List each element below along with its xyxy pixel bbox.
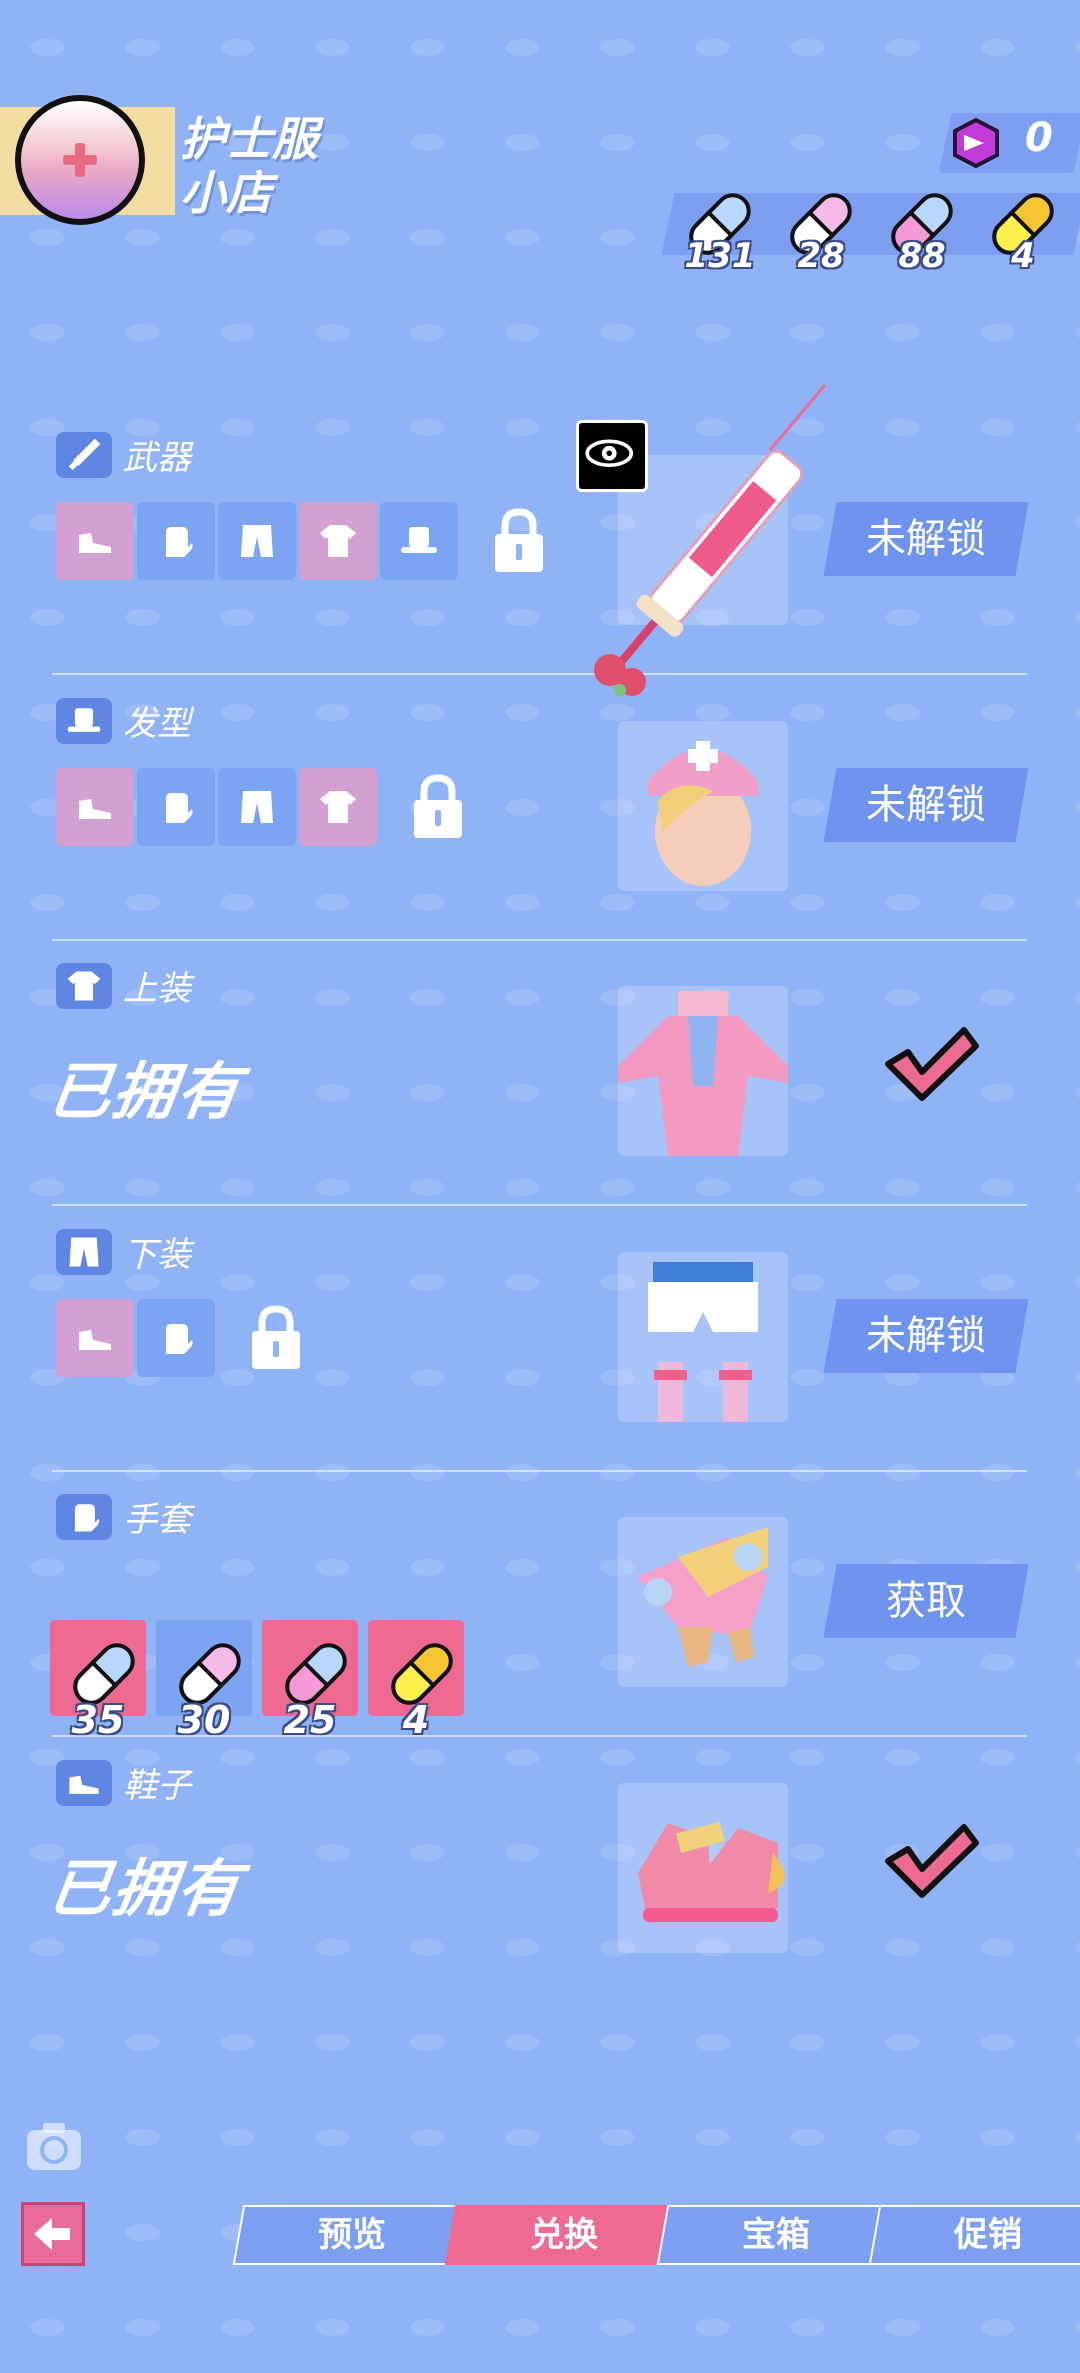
locked-button[interactable]: 未解锁: [823, 502, 1029, 576]
hat-icon: [401, 527, 437, 553]
item-row-glove: 手套 35 30 25 4 获取: [0, 1472, 1080, 1742]
category-label: 鞋子: [123, 1766, 191, 1806]
shirt-icon: [320, 525, 356, 557]
tab-promo[interactable]: 促销: [868, 2205, 1080, 2265]
item-row-sword: 武器未解锁: [0, 410, 1080, 675]
requirement-glove: [137, 1299, 215, 1377]
lock-icon: [248, 1303, 304, 1373]
requirement-glove: [137, 502, 215, 580]
requirement-hat: [380, 502, 458, 580]
tab-label: 宝箱: [742, 2215, 810, 2255]
syringe-weapon-image: [594, 384, 827, 696]
row-divider: [52, 673, 1027, 675]
item-preview-image: [618, 721, 788, 891]
back-button[interactable]: [21, 2202, 85, 2266]
currency-pink-pill: 28: [776, 182, 866, 282]
tab-preview[interactable]: 预览: [232, 2205, 472, 2265]
item-row-shirt: 上装已拥有: [0, 941, 1080, 1206]
item-row-hat: 发型未解锁: [0, 676, 1080, 941]
acquire-button[interactable]: 获取: [823, 1564, 1029, 1638]
item-preview-image: [618, 1517, 788, 1687]
cost-pink-pill: 30: [156, 1620, 252, 1742]
category-label: 上装: [123, 969, 191, 1009]
pill-count: 4: [1011, 236, 1035, 276]
pants-icon: [241, 525, 273, 557]
requirement-glove: [137, 768, 215, 846]
cost-pinkblue-pill: 25: [262, 1620, 358, 1742]
currency-yellow-pill: 4: [978, 182, 1068, 282]
pill-icon: [268, 1624, 352, 1708]
category-label: 手套: [123, 1500, 191, 1540]
currency-pinkblue-pill: 88: [877, 182, 967, 282]
camera-icon[interactable]: [25, 2120, 83, 2172]
owned-label: 已拥有: [44, 1852, 247, 1925]
tab-label: 促销: [954, 2215, 1022, 2255]
currency-blue-pill: 131: [675, 182, 765, 282]
glove-icon: [56, 1494, 112, 1540]
shoe-icon: [79, 533, 111, 553]
shop-avatar: [15, 95, 145, 225]
tab-label: 兑换: [530, 2215, 598, 2255]
shoe-icon: [56, 1760, 112, 1806]
requirement-pants: [218, 502, 296, 580]
requirement-shoe: [56, 502, 134, 580]
sword-icon: [56, 432, 112, 478]
lock-icon: [410, 772, 466, 842]
pill-count: 88: [898, 236, 946, 276]
pants-icon: [56, 1229, 112, 1275]
pill-count: 131: [684, 236, 756, 276]
locked-button[interactable]: 未解锁: [823, 768, 1029, 842]
pill-count: 28: [797, 236, 845, 276]
glove-icon: [166, 1324, 193, 1354]
action-label: 未解锁: [866, 782, 986, 828]
pill-icon: [162, 1624, 246, 1708]
cost-blue-pill: 35: [50, 1620, 146, 1742]
category-label: 发型: [123, 704, 191, 744]
requirement-shirt: [299, 768, 377, 846]
pill-icon: [374, 1624, 458, 1708]
shoe-icon: [79, 799, 111, 819]
item-row-pants: 下装未解锁: [0, 1207, 1080, 1472]
checkmark-icon: [880, 1813, 980, 1903]
item-row-shoe: 鞋子已拥有: [0, 1738, 1080, 2003]
tab-chest[interactable]: 宝箱: [656, 2205, 896, 2265]
requirement-shirt: [299, 502, 377, 580]
shirt-icon: [56, 963, 112, 1009]
shop-title: 护士服 小店: [180, 112, 318, 220]
gem-count: 0: [1025, 115, 1053, 161]
action-label: 未解锁: [866, 1313, 986, 1359]
hat-icon: [56, 698, 112, 744]
lock-icon: [491, 506, 547, 576]
item-preview-image: [618, 1783, 788, 1953]
pill-icon: [56, 1624, 140, 1708]
tab-exchange[interactable]: 兑换: [444, 2205, 684, 2265]
glove-icon: [166, 527, 193, 557]
gem-icon: [953, 117, 999, 169]
nurse-cross-icon: [63, 143, 97, 177]
arrow-left-icon: [34, 2218, 70, 2250]
requirement-shoe: [56, 1299, 134, 1377]
tab-label: 预览: [318, 2215, 386, 2255]
action-label: 获取: [886, 1578, 966, 1624]
requirement-shoe: [56, 768, 134, 846]
row-divider: [52, 1204, 1027, 1206]
owned-label: 已拥有: [44, 1055, 247, 1128]
item-preview-image: [618, 986, 788, 1156]
checkmark-icon: [880, 1016, 980, 1106]
row-divider: [52, 1735, 1027, 1737]
glove-icon: [166, 793, 193, 823]
item-preview-image: [618, 1252, 788, 1422]
shoe-icon: [79, 1330, 111, 1350]
shirt-icon: [320, 791, 356, 823]
pants-icon: [241, 791, 273, 823]
category-label: 武器: [123, 438, 191, 478]
locked-button[interactable]: 未解锁: [823, 1299, 1029, 1373]
action-label: 未解锁: [866, 516, 986, 562]
category-label: 下装: [123, 1235, 191, 1275]
requirement-pants: [218, 768, 296, 846]
cost-yellow-pill: 4: [368, 1620, 464, 1742]
